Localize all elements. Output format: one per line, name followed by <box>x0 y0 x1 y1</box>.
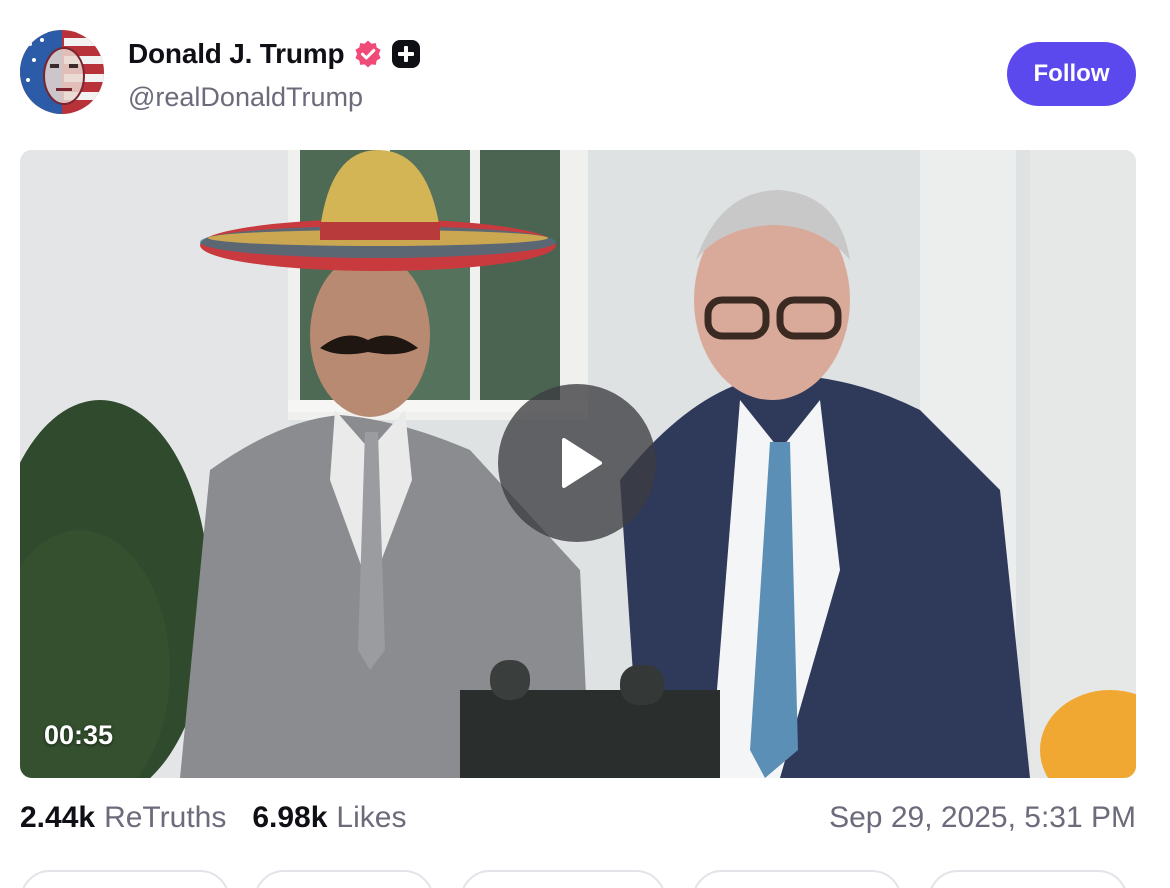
post-stats: 2.44k ReTruths 6.98k Likes Sep 29, 2025,… <box>20 797 1136 839</box>
likes-stat[interactable]: 6.98k Likes <box>252 801 406 835</box>
follow-button[interactable]: Follow <box>1007 42 1136 106</box>
post-card: Donald J. Trump @realDonaldTrump Follow <box>0 0 1170 888</box>
author-display-name: Donald J. Trump <box>128 38 345 69</box>
likes-count: 6.98k <box>252 801 328 834</box>
reply-button[interactable] <box>20 870 230 888</box>
avatar[interactable] <box>20 30 104 114</box>
author-name-row[interactable]: Donald J. Trump <box>128 38 421 70</box>
likes-label: Likes <box>336 801 407 834</box>
quote-button[interactable] <box>460 870 666 888</box>
plus-badge-icon <box>392 40 421 68</box>
video-duration: 00:35 <box>44 720 114 750</box>
play-button[interactable] <box>498 384 656 542</box>
verified-badge-icon <box>353 39 383 69</box>
post-actions <box>20 870 1150 888</box>
retruth-button[interactable] <box>254 870 434 888</box>
video-player[interactable]: 00:35 <box>20 150 1136 778</box>
avatar-image <box>20 30 104 114</box>
share-button[interactable] <box>928 870 1128 888</box>
post-timestamp[interactable]: Sep 29, 2025, 5:31 PM <box>829 801 1136 835</box>
retruths-label: ReTruths <box>104 801 227 834</box>
retruths-count: 2.44k <box>20 801 96 834</box>
play-icon <box>562 438 602 488</box>
author-handle[interactable]: @realDonaldTrump <box>128 82 363 113</box>
post-header: Donald J. Trump @realDonaldTrump Follow <box>20 30 1136 120</box>
like-button[interactable] <box>692 870 902 888</box>
retruths-stat[interactable]: 2.44k ReTruths <box>20 801 226 835</box>
